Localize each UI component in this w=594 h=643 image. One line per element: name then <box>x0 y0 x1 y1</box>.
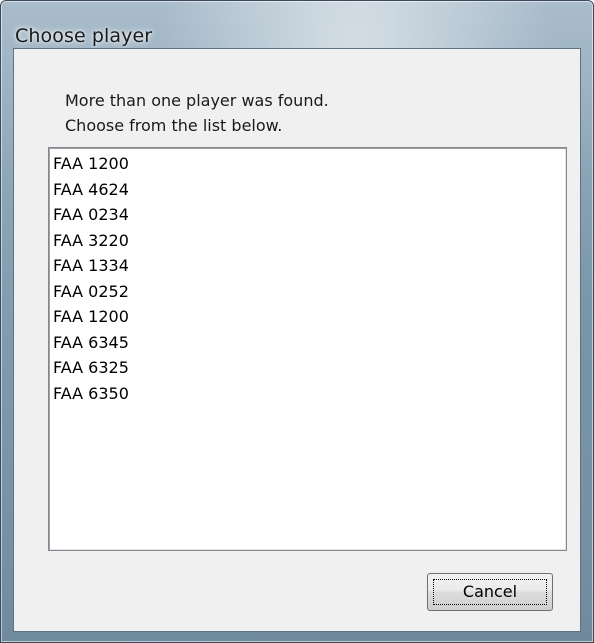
list-item[interactable]: FAA 6325 <box>53 355 566 381</box>
cancel-button-label: Cancel <box>462 582 518 601</box>
cancel-button[interactable]: Cancel <box>427 573 553 611</box>
message-line-1: More than one player was found. <box>65 91 329 110</box>
list-item[interactable]: FAA 1200 <box>53 304 566 330</box>
dialog-body: More than one player was found. Choose f… <box>13 48 581 632</box>
title-bar[interactable]: Choose player <box>1 1 593 49</box>
window-title: Choose player <box>15 25 153 47</box>
list-item[interactable]: FAA 4624 <box>53 177 566 203</box>
list-item[interactable]: FAA 1200 <box>53 151 566 177</box>
list-item[interactable]: FAA 0234 <box>53 202 566 228</box>
choose-player-dialog: Choose player More than one player was f… <box>0 0 594 643</box>
list-item[interactable]: FAA 1334 <box>53 253 566 279</box>
list-item[interactable]: FAA 3220 <box>53 228 566 254</box>
list-item[interactable]: FAA 0252 <box>53 279 566 305</box>
list-item[interactable]: FAA 6345 <box>53 330 566 356</box>
player-listbox[interactable]: FAA 1200 FAA 4624 FAA 0234 FAA 3220 FAA … <box>48 147 567 551</box>
player-list: FAA 1200 FAA 4624 FAA 0234 FAA 3220 FAA … <box>49 148 566 406</box>
list-item[interactable]: FAA 6350 <box>53 381 566 407</box>
message-line-2: Choose from the list below. <box>65 116 283 135</box>
